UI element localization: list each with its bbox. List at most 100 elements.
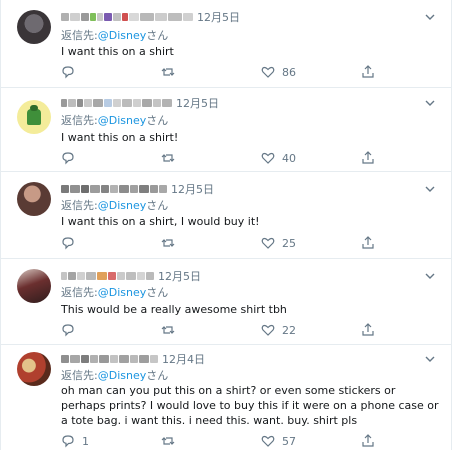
retweet-icon bbox=[161, 437, 175, 445]
like-button[interactable]: 25 bbox=[261, 235, 296, 251]
like-icon bbox=[261, 324, 275, 336]
reply-handle[interactable]: @Disney bbox=[98, 199, 147, 212]
redacted-username[interactable] bbox=[61, 272, 154, 280]
tweet-actions: 40 bbox=[61, 150, 391, 166]
reply-context: 返信先:@Disneyさん bbox=[61, 284, 168, 300]
reply-button[interactable] bbox=[61, 64, 82, 80]
reply-button[interactable] bbox=[61, 322, 82, 338]
retweet-button[interactable] bbox=[161, 64, 175, 80]
tweet-date[interactable]: 12月5日 bbox=[176, 95, 219, 111]
like-icon bbox=[261, 237, 275, 249]
redacted-username[interactable] bbox=[61, 13, 193, 21]
chevron-down-icon[interactable] bbox=[423, 352, 437, 366]
retweet-button[interactable] bbox=[161, 235, 175, 251]
reply-icon bbox=[62, 237, 74, 250]
tweet-header: 12月5日 bbox=[61, 181, 214, 197]
chevron-down-icon[interactable] bbox=[423, 96, 437, 110]
tweet-header: 12月5日 bbox=[61, 95, 219, 111]
reply-prefix: 返信先: bbox=[61, 199, 98, 212]
reply-tweet[interactable]: 12月4日 返信先:@Disneyさん oh man can you put t… bbox=[1, 345, 451, 450]
reply-tweet[interactable]: 12月5日 返信先:@Disneyさん I want this on a shi… bbox=[1, 0, 451, 88]
tweet-text: I want this on a shirt! bbox=[61, 131, 179, 144]
reply-icon bbox=[62, 152, 74, 165]
avatar[interactable] bbox=[17, 10, 51, 44]
like-count: 22 bbox=[282, 323, 296, 337]
tweet-date[interactable]: 12月5日 bbox=[158, 268, 201, 284]
reply-icon bbox=[62, 324, 74, 337]
tweet-text: I want this on a shirt bbox=[61, 45, 174, 58]
chevron-down-icon[interactable] bbox=[423, 182, 437, 196]
reply-prefix: 返信先: bbox=[61, 114, 98, 127]
reply-context: 返信先:@Disneyさん bbox=[61, 27, 168, 43]
like-count: 40 bbox=[282, 151, 296, 165]
reply-context: 返信先:@Disneyさん bbox=[61, 112, 168, 128]
share-icon bbox=[362, 151, 374, 164]
reply-suffix: さん bbox=[146, 199, 169, 212]
tweet-date[interactable]: 12月5日 bbox=[171, 181, 214, 197]
like-button[interactable]: 22 bbox=[261, 322, 296, 338]
like-button[interactable]: 40 bbox=[261, 150, 296, 166]
redacted-username[interactable] bbox=[61, 99, 172, 107]
reply-tweet[interactable]: 12月5日 返信先:@Disneyさん I want this on a shi… bbox=[1, 88, 451, 172]
like-count: 57 bbox=[282, 434, 296, 448]
like-icon bbox=[261, 435, 275, 447]
avatar[interactable] bbox=[17, 352, 51, 386]
retweet-button[interactable] bbox=[161, 150, 175, 166]
share-icon bbox=[362, 434, 374, 447]
reply-suffix: さん bbox=[146, 286, 169, 299]
reply-suffix: さん bbox=[146, 114, 169, 127]
like-count: 86 bbox=[282, 65, 296, 79]
retweet-icon bbox=[161, 239, 175, 247]
reply-tweet[interactable]: 12月5日 返信先:@Disneyさん This would be a real… bbox=[1, 259, 451, 345]
reply-handle[interactable]: @Disney bbox=[98, 114, 147, 127]
avatar[interactable] bbox=[17, 182, 51, 216]
tweet-text: I want this on a shirt, I would buy it! bbox=[61, 215, 260, 228]
avatar[interactable] bbox=[17, 269, 51, 303]
tweet-header: 12月5日 bbox=[61, 268, 201, 284]
reply-handle[interactable]: @Disney bbox=[98, 29, 147, 42]
avatar[interactable] bbox=[17, 100, 51, 134]
reply-context: 返信先:@Disneyさん bbox=[61, 197, 168, 213]
reply-handle[interactable]: @Disney bbox=[98, 286, 147, 299]
share-button[interactable] bbox=[361, 64, 375, 80]
reply-prefix: 返信先: bbox=[61, 286, 98, 299]
reply-count: 1 bbox=[82, 434, 89, 448]
tweet-date[interactable]: 12月5日 bbox=[197, 9, 240, 25]
redacted-username[interactable] bbox=[61, 355, 158, 363]
share-icon bbox=[362, 65, 374, 78]
chevron-down-icon[interactable] bbox=[423, 10, 437, 24]
reply-tweet[interactable]: 12月5日 返信先:@Disneyさん I want this on a shi… bbox=[1, 172, 451, 259]
reply-icon bbox=[62, 435, 74, 448]
share-button[interactable] bbox=[361, 235, 375, 251]
reply-button[interactable]: 1 bbox=[61, 433, 89, 449]
like-icon bbox=[261, 152, 275, 164]
retweet-button[interactable] bbox=[161, 433, 175, 449]
reply-prefix: 返信先: bbox=[61, 369, 98, 382]
like-button[interactable]: 86 bbox=[261, 64, 296, 80]
reply-handle[interactable]: @Disney bbox=[98, 369, 147, 382]
reply-icon bbox=[62, 66, 74, 79]
reply-button[interactable] bbox=[61, 235, 82, 251]
tweet-header: 12月5日 bbox=[61, 9, 240, 25]
tweet-header: 12月4日 bbox=[61, 351, 205, 367]
retweet-icon bbox=[161, 326, 175, 334]
retweet-button[interactable] bbox=[161, 322, 175, 338]
chevron-down-icon[interactable] bbox=[423, 269, 437, 283]
tweet-text: This would be a really awesome shirt tbh bbox=[61, 303, 287, 316]
reply-feed: 12月5日 返信先:@Disneyさん I want this on a shi… bbox=[0, 0, 452, 450]
reply-button[interactable] bbox=[61, 150, 82, 166]
retweet-icon bbox=[161, 154, 175, 162]
reply-suffix: さん bbox=[146, 29, 169, 42]
share-icon bbox=[362, 236, 374, 249]
share-button[interactable] bbox=[361, 322, 375, 338]
reply-context: 返信先:@Disneyさん bbox=[61, 367, 168, 383]
tweet-actions: 25 bbox=[61, 235, 391, 251]
share-button[interactable] bbox=[361, 150, 375, 166]
tweet-date[interactable]: 12月4日 bbox=[162, 351, 205, 367]
like-button[interactable]: 57 bbox=[261, 433, 296, 449]
share-button[interactable] bbox=[361, 433, 375, 449]
tweet-actions: 1 57 bbox=[61, 433, 391, 449]
reply-suffix: さん bbox=[146, 369, 169, 382]
redacted-username[interactable] bbox=[61, 185, 167, 193]
tweet-text: oh man can you put this on a shirt? or e… bbox=[61, 384, 439, 427]
